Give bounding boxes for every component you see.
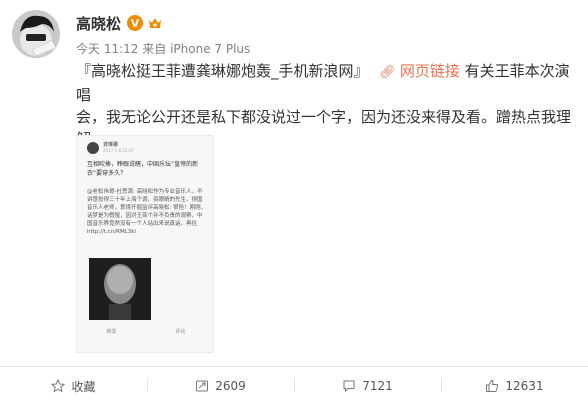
post-meta: 今天 11:12 来自 iPhone 7 Plus [76,40,250,57]
action-divider [0,366,588,367]
verified-badge-icon: V [127,15,144,31]
embedded-repost: 转发 [106,329,117,335]
web-link[interactable]: 网页链接 [400,62,460,80]
comment-button[interactable]: 7121 [294,372,441,400]
like-count: 12631 [505,379,544,393]
member-crown-icon [149,18,162,28]
embedded-headline: 互相吹捧，睁眼说瞎，中国乐坛”皇帝的新衣“要穿多久？ [87,161,199,177]
author-name[interactable]: 高晓松 [76,13,121,34]
post-header: 高晓松 V [76,12,163,34]
comment-count: 7121 [362,379,393,393]
embedded-screenshot[interactable]: 龚琳娜 2017-1-6 22:07 互相吹捧，睁眼说瞎，中国乐坛”皇帝的新衣“… [76,135,214,353]
author-avatar[interactable] [12,10,60,58]
embedded-comment: 评论 [175,329,186,335]
favorite-label: 收藏 [71,379,96,394]
weibo-post: 高晓松 V 今天 11:12 来自 iPhone 7 Plus 『高晓松挺王菲遭… [0,0,588,400]
article-title: 『高晓松挺王菲遭龚琳娜炮轰_手机新浪网』 [76,62,369,80]
star-icon [51,379,66,393]
embedded-avatar [87,142,99,154]
favorite-button[interactable]: 收藏 [0,372,147,400]
avatar-image [12,10,60,58]
post-time[interactable]: 今天 11:12 [76,42,138,56]
action-bar: 收藏 2609 7121 12631 [0,372,588,400]
repost-icon [196,380,209,392]
post-source-label: 来自 [142,42,167,56]
comment-icon [343,380,355,393]
thumbs-up-icon [486,379,499,392]
repost-count: 2609 [215,379,246,393]
post-device: iPhone 7 Plus [170,42,251,56]
portrait-image [89,258,151,320]
embedded-author: 龚琳娜 [103,142,119,148]
embedded-body: @老松伟哥-杜思源: 高晓松作为专业音乐人，不讲感觉得三十年上海个调，资眼睛的先… [87,189,207,235]
link-icon[interactable]: 🔗︎ [379,65,396,80]
content-line-1: 『高晓松挺王菲遭龚琳娜炮轰_手机新浪网』 🔗︎ 网页链接 有关王菲本次演唱 [76,60,572,106]
embedded-photo [89,258,151,320]
like-button[interactable]: 12631 [441,372,588,400]
embedded-time: 2017-1-6 22:07 [103,148,134,153]
repost-button[interactable]: 2609 [147,372,294,400]
embedded-footer: 转发 评论 [77,328,215,342]
